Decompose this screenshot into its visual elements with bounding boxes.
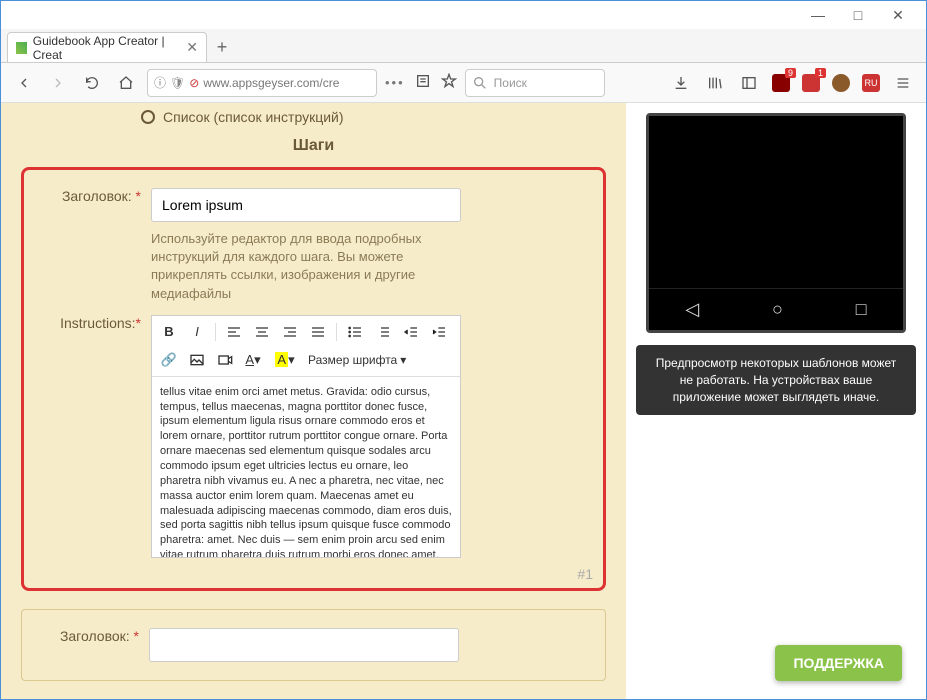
link-button[interactable]: 🔗	[156, 348, 182, 372]
indent-button[interactable]	[426, 320, 452, 344]
instructions-label: Instructions:*	[46, 315, 151, 558]
more-icon[interactable]: •••	[385, 75, 405, 90]
outdent-button[interactable]	[398, 320, 424, 344]
bookmark-icon[interactable]	[441, 73, 457, 92]
shield-icon: 🛡	[170, 76, 185, 90]
video-button[interactable]	[212, 348, 238, 372]
text-color-button[interactable]: A▾	[240, 348, 266, 372]
preview-column: ◁ ○ □ Предпросмотр некоторых шаблонов мо…	[626, 103, 926, 699]
main-column: Список (список инструкций) Шаги Заголово…	[1, 103, 626, 699]
list-ol-button[interactable]	[370, 320, 396, 344]
favicon-icon	[16, 42, 27, 54]
downloads-icon[interactable]	[668, 70, 694, 96]
sidebar-icon[interactable]	[736, 70, 762, 96]
browser-toolbar: ⓘ 🛡 ⊘ www.appsgeyser.com/cre ••• Поиск 9…	[1, 63, 926, 103]
search-field[interactable]: Поиск	[465, 69, 605, 97]
tab-strip: Guidebook App Creator | Creat ✕ +	[1, 29, 926, 63]
close-window-button[interactable]: ✕	[878, 1, 918, 29]
title-hint: Используйте редактор для ввода подробных…	[151, 230, 461, 303]
url-field[interactable]: ⓘ 🛡 ⊘ www.appsgeyser.com/cre	[147, 69, 377, 97]
menu-icon[interactable]	[890, 70, 916, 96]
rich-text-editor: B I 🔗	[151, 315, 461, 558]
android-back-icon: ◁	[685, 299, 699, 320]
tab-title: Guidebook App Creator | Creat	[33, 34, 181, 62]
radio-option-list[interactable]: Список (список инструкций)	[21, 103, 606, 131]
tracking-blocked-icon: ⊘	[189, 76, 199, 90]
support-button[interactable]: ПОДДЕРЖКА	[775, 645, 902, 681]
align-center-button[interactable]	[249, 320, 275, 344]
title-input-2[interactable]	[149, 628, 459, 662]
home-button[interactable]	[113, 70, 139, 96]
android-home-icon: ○	[772, 299, 783, 320]
url-text: www.appsgeyser.com/cre	[203, 76, 370, 90]
ru-ext-icon[interactable]: RU	[860, 72, 882, 94]
section-title: Шаги	[21, 131, 606, 167]
step-card-1: Заголовок: * Используйте редактор для вв…	[21, 167, 606, 591]
radio-icon	[141, 110, 155, 124]
radio-label: Список (список инструкций)	[163, 109, 344, 125]
step-number: #1	[577, 566, 593, 582]
monkey-ext-icon[interactable]	[830, 72, 852, 94]
browser-tab[interactable]: Guidebook App Creator | Creat ✕	[7, 32, 207, 62]
bg-color-button[interactable]: A▾	[268, 348, 302, 372]
phone-preview: ◁ ○ □	[646, 113, 906, 333]
title-label-2: Заголовок: *	[44, 628, 149, 662]
editor-toolbar: B I 🔗	[152, 316, 460, 377]
title-label: Заголовок: *	[46, 188, 151, 303]
window-titlebar: — □ ✕	[1, 1, 926, 29]
phone-navbar: ◁ ○ □	[649, 288, 903, 330]
reload-button[interactable]	[79, 70, 105, 96]
phone-screen	[649, 116, 903, 288]
align-justify-button[interactable]	[305, 320, 331, 344]
step-card-2: Заголовок: *	[21, 609, 606, 681]
url-actions: •••	[385, 73, 457, 92]
info-icon: ⓘ	[154, 74, 166, 91]
page-content: Список (список инструкций) Шаги Заголово…	[1, 103, 926, 699]
font-size-select[interactable]: Размер шрифта▾	[304, 353, 410, 367]
editor-body[interactable]: tellus vitae enim orci amet metus. Gravi…	[152, 377, 460, 557]
align-right-button[interactable]	[277, 320, 303, 344]
minimize-button[interactable]: —	[798, 1, 838, 29]
italic-button[interactable]: I	[184, 320, 210, 344]
back-button[interactable]	[11, 70, 37, 96]
search-icon	[472, 75, 488, 91]
close-tab-icon[interactable]: ✕	[186, 39, 198, 56]
reader-icon[interactable]	[415, 73, 431, 92]
bold-button[interactable]: B	[156, 320, 182, 344]
library-icon[interactable]	[702, 70, 728, 96]
ublock-icon[interactable]: 9	[770, 72, 792, 94]
align-left-button[interactable]	[221, 320, 247, 344]
android-recent-icon: □	[856, 299, 867, 320]
search-placeholder: Поиск	[494, 76, 527, 90]
maximize-button[interactable]: □	[838, 1, 878, 29]
new-tab-button[interactable]: +	[207, 32, 237, 62]
title-input[interactable]	[151, 188, 461, 222]
image-button[interactable]	[184, 348, 210, 372]
preview-notice: Предпросмотр некоторых шаблонов может не…	[636, 345, 916, 415]
list-ul-button[interactable]	[342, 320, 368, 344]
forward-button[interactable]	[45, 70, 71, 96]
adblock-icon[interactable]: 1	[800, 72, 822, 94]
